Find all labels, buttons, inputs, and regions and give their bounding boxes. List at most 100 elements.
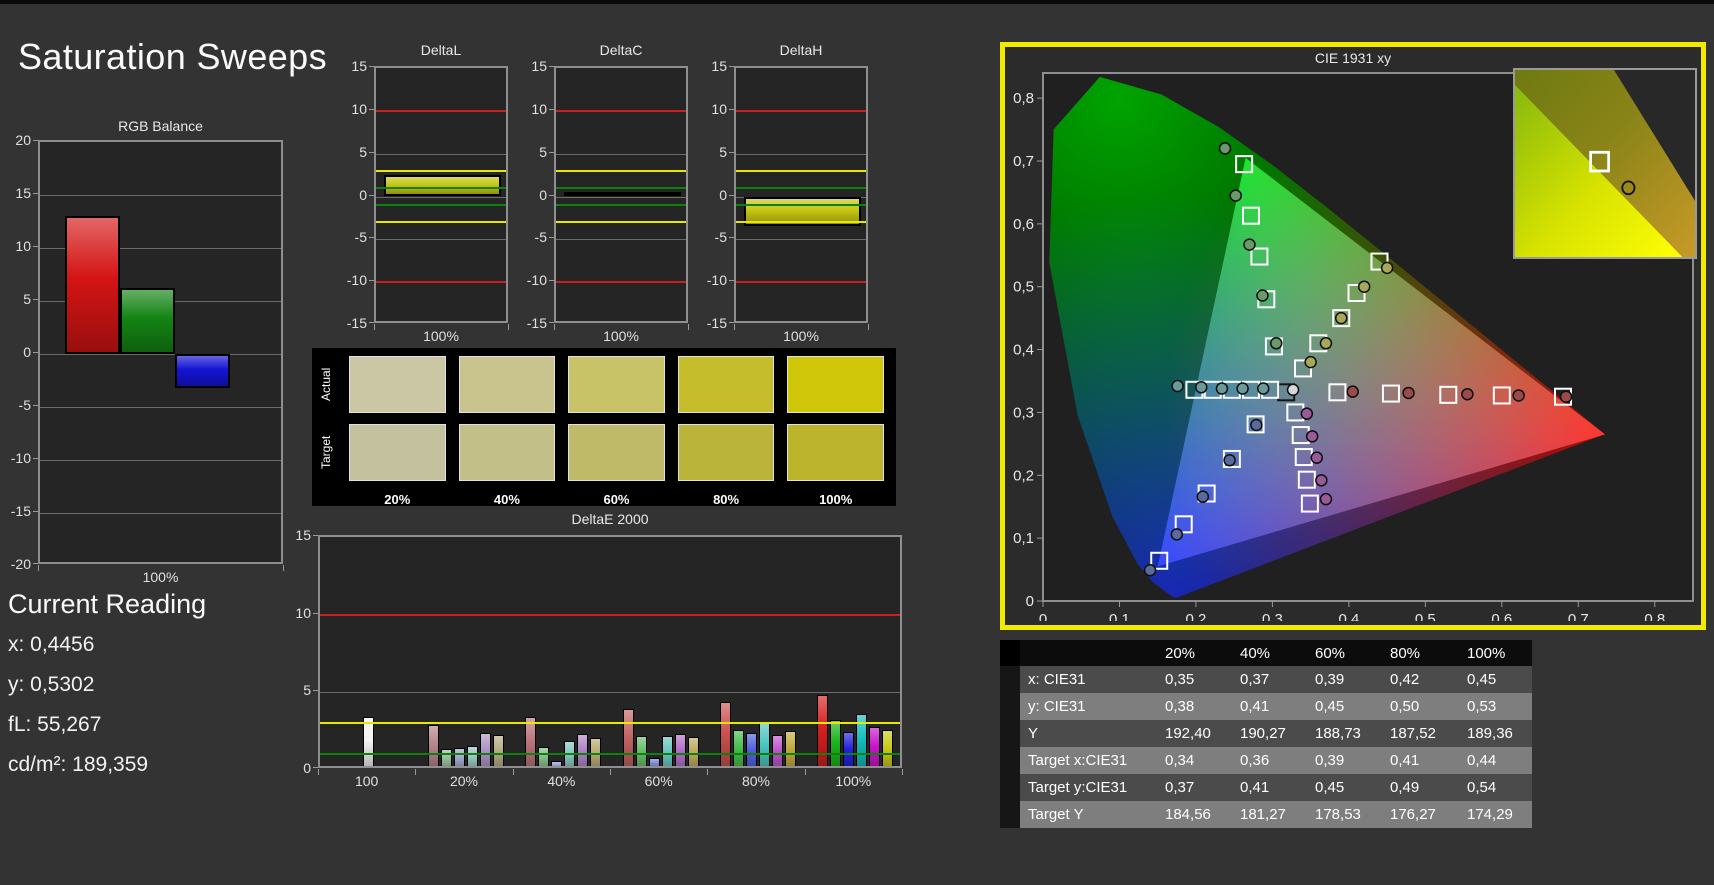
bar [623,709,634,768]
measured-points-red [1403,387,1414,398]
plot-area [318,535,902,768]
bar [551,761,562,768]
table-value-cell: 0,44 [1457,747,1496,774]
x-tick-mark [38,565,39,571]
cie-title: CIE 1931 xy [1005,50,1701,66]
y-tick-mark [729,152,734,153]
table-value-cell: 0,35 [1155,666,1230,693]
cie-y-tick-label: 0,3 [1013,404,1034,421]
measured-points-blue [1251,420,1262,431]
table-row-label: y: CIE31 [1020,693,1155,720]
y-tick-mark [549,66,554,67]
cie-x-tick-label: 0,6 [1491,611,1512,621]
y-tick-mark [33,246,38,247]
cie-x-tick-label: 0,7 [1568,611,1589,621]
cie-x-tick-label: 0,8 [1644,611,1665,621]
reading-cdm2: cd/m²: 189,359 [8,753,206,777]
bar [662,736,673,768]
measured-points-green [1257,290,1268,301]
bar [493,735,504,768]
y-tick-mark [369,152,374,153]
swatch-column-label: 100% [787,492,884,512]
y-tick-mark [369,109,374,110]
measured-points-cyan [1258,383,1269,394]
table-value-cell: 0,53 [1457,693,1496,720]
table-row-gutter [1000,774,1020,801]
chart-title: RGB Balance [38,118,283,134]
cie-y-tick-label: 0,6 [1013,216,1034,233]
cie-1931-panel: CIE 1931 xy 00,10,20,30,40,50,60,70,800,… [1000,42,1706,630]
table-row-gutter [1000,747,1020,774]
x-tick-mark [374,324,375,330]
table-row: x: CIE310,350,370,390,420,45 [1000,666,1532,693]
target-swatch-40% [459,424,556,481]
cie-y-tick-label: 0,2 [1013,467,1034,484]
limit-line [556,221,686,223]
bar [759,723,770,768]
table-row-gutter [1000,693,1020,720]
gridline [376,154,506,155]
table-value-cell: 184,56 [1155,801,1230,828]
y-tick-label: -15 [693,315,727,331]
limit-line [376,187,506,189]
table-value-cell: 0,39 [1305,666,1380,693]
y-tick-mark [33,140,38,141]
limit-line [376,204,506,206]
table-value-cell: 0,54 [1457,774,1496,801]
swatch-column-label: 20% [349,492,446,512]
measured-points-yellow [1382,262,1393,273]
measured-points-cyan [1196,382,1207,393]
gridline [40,354,281,355]
reading-fl: fL: 55,267 [8,713,206,737]
chart-title: DeltaC [554,42,688,58]
table-header-cell: 40% [1230,640,1305,666]
measured-points-green [1220,143,1231,154]
table-value-cell: 0,38 [1155,693,1230,720]
measured-points-magenta [1311,452,1322,463]
bar [733,730,744,768]
cie-y-tick-label: 0,1 [1013,530,1034,547]
y-tick-mark [369,195,374,196]
limit-line [556,170,686,172]
bar [428,725,439,768]
y-tick-label: 10 [333,101,367,117]
delta-l-chart: DeltaL-15-10-5051015100% [338,42,514,344]
table-row-label: Target Y [1020,801,1155,828]
limit-line [556,281,686,283]
bar [467,746,478,768]
limit-line [556,187,686,189]
measured-points-yellow [1359,281,1370,292]
swatch-row-label-target: Target [316,424,336,481]
x-tick-mark [415,769,416,775]
y-tick-mark [729,66,734,67]
y-tick-mark [33,405,38,406]
chart-title: DeltaL [374,42,508,58]
y-tick-label: -10 [693,272,727,288]
table-value-cell: 189,36 [1457,720,1513,747]
target-swatch-60% [568,424,665,481]
measured-points-red [1462,389,1473,400]
delta-e-2000-chart: DeltaE 200005101510020%40%60%80%100% [290,511,938,806]
x-tick-mark [513,769,514,775]
table-row: Target y:CIE310,370,410,450,490,54 [1000,774,1532,801]
y-tick-mark [33,193,38,194]
limit-line [556,204,686,206]
table-value-cell: 0,49 [1380,774,1457,801]
gridline [736,154,866,155]
table-value-cell: 174,29 [1457,801,1513,828]
actual-swatch-100% [787,356,884,413]
measured-points-blue [1171,529,1182,540]
x-axis-label: 40% [521,773,601,789]
y-tick-mark [729,237,734,238]
y-tick-label: 0 [513,187,547,203]
table-value-cell: 181,27 [1230,801,1305,828]
y-tick-label: -15 [513,315,547,331]
y-tick-mark [729,109,734,110]
y-tick-label: 5 [0,291,31,307]
limit-line [320,614,900,616]
current-reading-heading: Current Reading [8,589,206,620]
measured-points-blue [1197,491,1208,502]
y-tick-mark [549,195,554,196]
y-tick-label: 5 [277,682,311,698]
y-tick-label: -10 [333,272,367,288]
